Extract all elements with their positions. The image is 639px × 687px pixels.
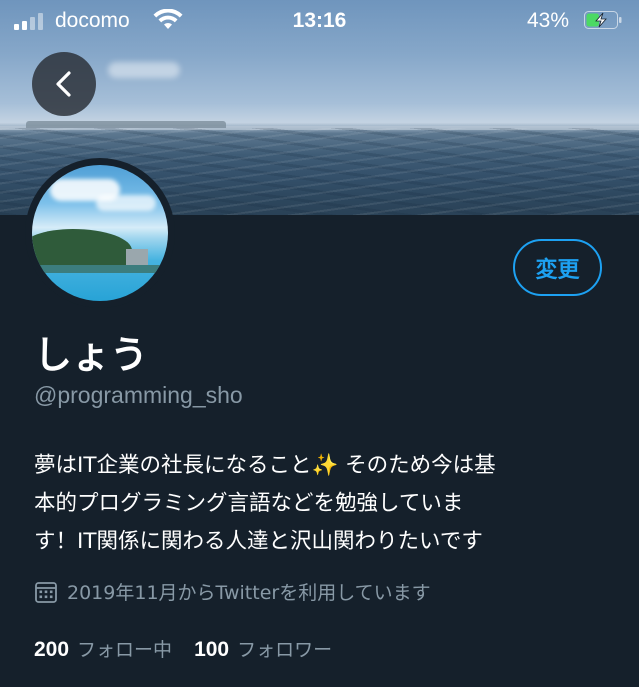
bio-text-start: 夢はIT企業の社長になること — [34, 453, 312, 478]
joined-date: 2019年11月からTwitterを利用しています — [34, 578, 431, 605]
following-label: フォロー中 — [77, 639, 173, 661]
calendar-icon — [35, 581, 57, 603]
display-name: しょう — [34, 333, 149, 377]
profile-bio: 夢はIT企業の社長になること✨ そのため今は基 本的プログラミング言語などを勉強… — [34, 447, 624, 561]
joined-date-text: 2019年11月からTwitterを利用しています — [67, 582, 431, 604]
avatar[interactable] — [25, 158, 175, 308]
following-count: 200 — [34, 638, 70, 661]
chevron-left-icon — [56, 71, 71, 97]
back-button[interactable] — [32, 52, 96, 116]
user-handle: @programming_sho — [34, 382, 243, 408]
battery-percent: 43% — [527, 9, 570, 32]
banner-island — [26, 121, 226, 128]
followers-count: 100 — [194, 638, 230, 661]
avatar-image — [32, 165, 168, 301]
status-bar: docomo 13:16 43% — [0, 0, 639, 42]
followers-link[interactable]: 100 フォロワー — [194, 635, 332, 662]
banner-cloud — [108, 62, 180, 78]
followers-label: フォロワー — [237, 639, 333, 661]
following-link[interactable]: 200 フォロー中 — [34, 635, 172, 662]
battery-charging-icon — [584, 11, 622, 29]
sparkles-icon: ✨ — [311, 453, 339, 478]
follow-stats: 200 フォロー中 100 フォロワー — [34, 635, 354, 662]
edit-profile-button[interactable]: 変更 — [513, 239, 602, 296]
